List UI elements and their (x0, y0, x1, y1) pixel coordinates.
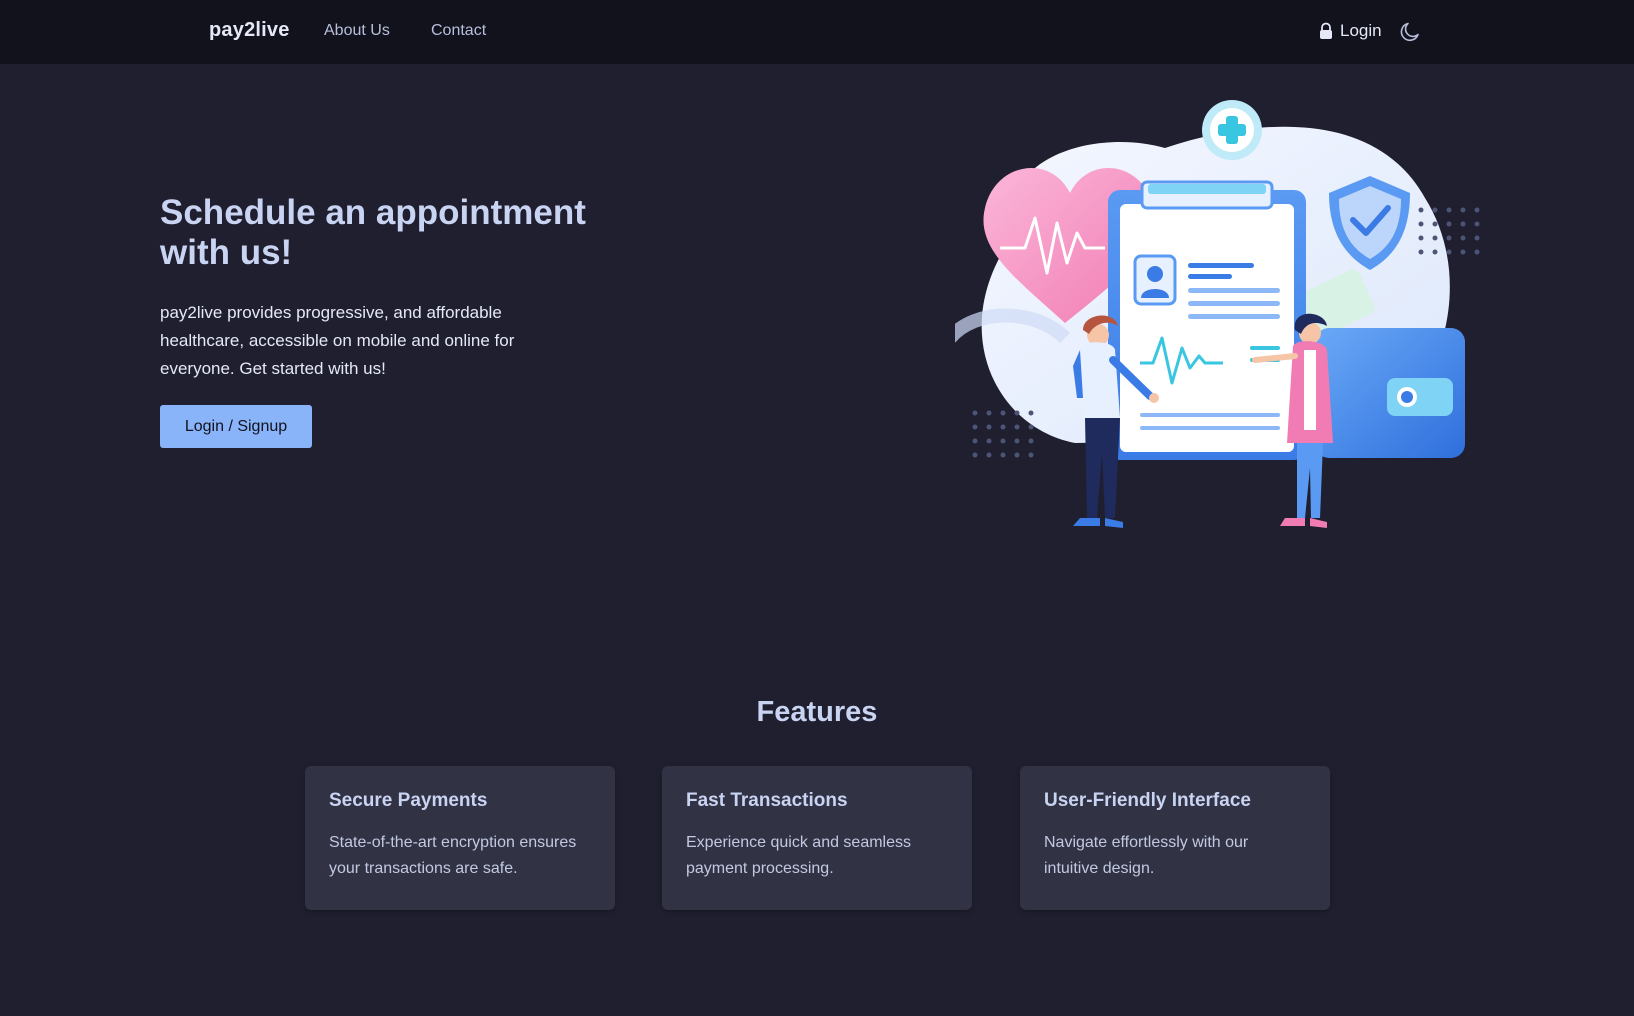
feature-card-secure-payments: Secure Payments State-of-the-art encrypt… (305, 766, 615, 910)
feature-card-text: State-of-the-art encryption ensures your… (329, 834, 577, 877)
moon-icon[interactable] (1398, 20, 1422, 44)
login-label: Login (1340, 21, 1382, 40)
feature-card-title: Fast Transactions (686, 790, 848, 811)
feature-card-text: Navigate effortlessly with our intuitive… (1044, 834, 1249, 877)
brand-logo[interactable]: pay2live (209, 19, 290, 42)
feature-card-user-friendly-interface: User-Friendly Interface Navigate effortl… (1020, 766, 1330, 910)
lock-icon (1320, 22, 1332, 39)
feature-card-fast-transactions: Fast Transactions Experience quick and s… (662, 766, 972, 910)
login-link[interactable]: Login (1318, 21, 1382, 41)
feature-card-text: Experience quick and seamless payment pr… (686, 834, 912, 877)
login-signup-button[interactable]: Login / Signup (160, 405, 312, 448)
healthcare-illustration (955, 100, 1480, 528)
features-title: Features (756, 696, 878, 728)
hero-description: pay2live provides progressive, and affor… (160, 303, 515, 378)
nav-link-contact[interactable]: Contact (431, 22, 486, 40)
navbar: pay2live About Us Contact Login (0, 0, 1634, 64)
feature-card-title: Secure Payments (329, 790, 488, 811)
nav-link-about-us[interactable]: About Us (324, 22, 390, 40)
feature-card-title: User-Friendly Interface (1044, 790, 1251, 811)
hero-title: Schedule an appointment with us! (160, 193, 586, 272)
